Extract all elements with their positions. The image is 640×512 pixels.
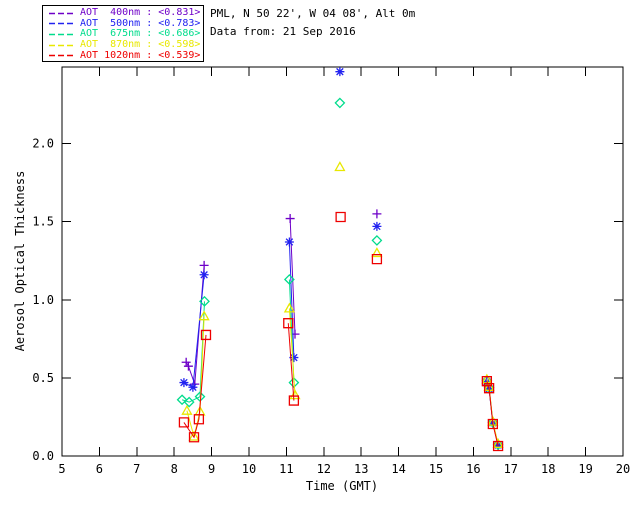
plus-marker	[285, 214, 295, 224]
x-tick-label: 13	[354, 462, 368, 476]
legend-label: AOT 400nm : <0.831>	[80, 7, 201, 19]
series-aot-1020nm	[178, 211, 504, 452]
dashed-line-icon	[49, 23, 74, 25]
legend-item-870nm: AOT 870nm : <0.598>	[48, 40, 203, 51]
legend-label: AOT 1020nm : <0.539>	[80, 49, 201, 61]
plus-marker	[199, 260, 209, 270]
x-tick-label: 7	[133, 462, 140, 476]
y-tick-label: 1.0	[32, 293, 54, 307]
diamond-marker	[334, 97, 346, 109]
x-tick-label: 19	[578, 462, 592, 476]
station-info: PML, N 50 22', W 04 08', Alt 0m	[210, 7, 416, 20]
x-tick-label: 10	[242, 462, 256, 476]
x-tick-label: 11	[279, 462, 293, 476]
triangle-marker	[334, 161, 346, 172]
asterisk-marker	[199, 270, 209, 280]
series-aot-500nm	[179, 67, 503, 450]
x-axis-title: Time (GMT)	[306, 479, 378, 493]
aot-time-series-chart: 5 6 7 8 9 10 11 12 13 14 15 16 17 18 19 20 0.0 0.5 1.0 1.5 2…	[13, 66, 630, 493]
x-tick-label: 20	[616, 462, 630, 476]
legend-label: AOT 870nm : <0.598>	[80, 39, 201, 51]
series-aot-400nm	[181, 209, 503, 450]
dashed-line-icon	[49, 33, 74, 36]
plot-axes: 5 6 7 8 9 10 11 12 13 14 15 16 17 18 19 20 0.0 0.5 1.0 1.5 2…	[32, 66, 630, 476]
diamond-marker	[371, 234, 383, 246]
square-marker	[335, 211, 346, 223]
x-tick-label: 14	[391, 462, 405, 476]
y-tick-label: 1.5	[32, 215, 54, 229]
legend-item-400nm: AOT 400nm : <0.831>	[48, 8, 203, 19]
dashed-line-icon	[49, 54, 74, 57]
legend-item-1020nm: AOT 1020nm : <0.539>	[48, 50, 203, 61]
x-tick-label: 9	[208, 462, 215, 476]
legend-label: AOT 500nm : <0.783>	[80, 17, 201, 29]
x-tick-label: 15	[429, 462, 443, 476]
asterisk-marker	[179, 378, 189, 388]
triangle-marker	[181, 404, 193, 415]
x-tick-label: 17	[504, 462, 518, 476]
y-axis-title: Aerosol Optical Thickness	[13, 171, 27, 352]
plus-marker	[181, 357, 191, 367]
x-tick-label: 16	[466, 462, 480, 476]
asterisk-marker	[284, 237, 294, 247]
plus-marker	[183, 361, 193, 371]
series-aot-675nm	[176, 97, 504, 451]
x-tick-label: 8	[171, 462, 178, 476]
legend-box: AOT 400nm : <0.831> AOT 500nm : <0.783> …	[42, 5, 204, 62]
dashed-line-icon	[49, 12, 74, 14]
plot-frame	[61, 66, 624, 457]
x-tick-label: 18	[541, 462, 555, 476]
x-tick-label: 6	[96, 462, 103, 476]
series-aot-870nm	[181, 161, 504, 448]
y-tick-label: 0.5	[32, 371, 54, 385]
asterisk-marker	[188, 382, 198, 392]
asterisk-marker	[372, 221, 382, 231]
dashed-line-icon	[49, 44, 74, 46]
x-tick-label: 5	[58, 462, 65, 476]
y-tick-label: 2.0	[32, 137, 54, 151]
y-tick-label: 0.0	[32, 449, 54, 463]
plot-series	[176, 67, 504, 452]
date-info: Data from: 21 Sep 2016	[210, 25, 356, 38]
x-tick-label: 12	[317, 462, 331, 476]
asterisk-marker	[335, 67, 345, 77]
plot-canvas: 5 6 7 8 9 10 11 12 13 14 15 16 17 18 19 20 0.0 0.5 1.0 1.5 2…	[0, 0, 640, 512]
legend-label: AOT 675nm : <0.686>	[80, 28, 201, 40]
plus-marker	[372, 209, 382, 219]
